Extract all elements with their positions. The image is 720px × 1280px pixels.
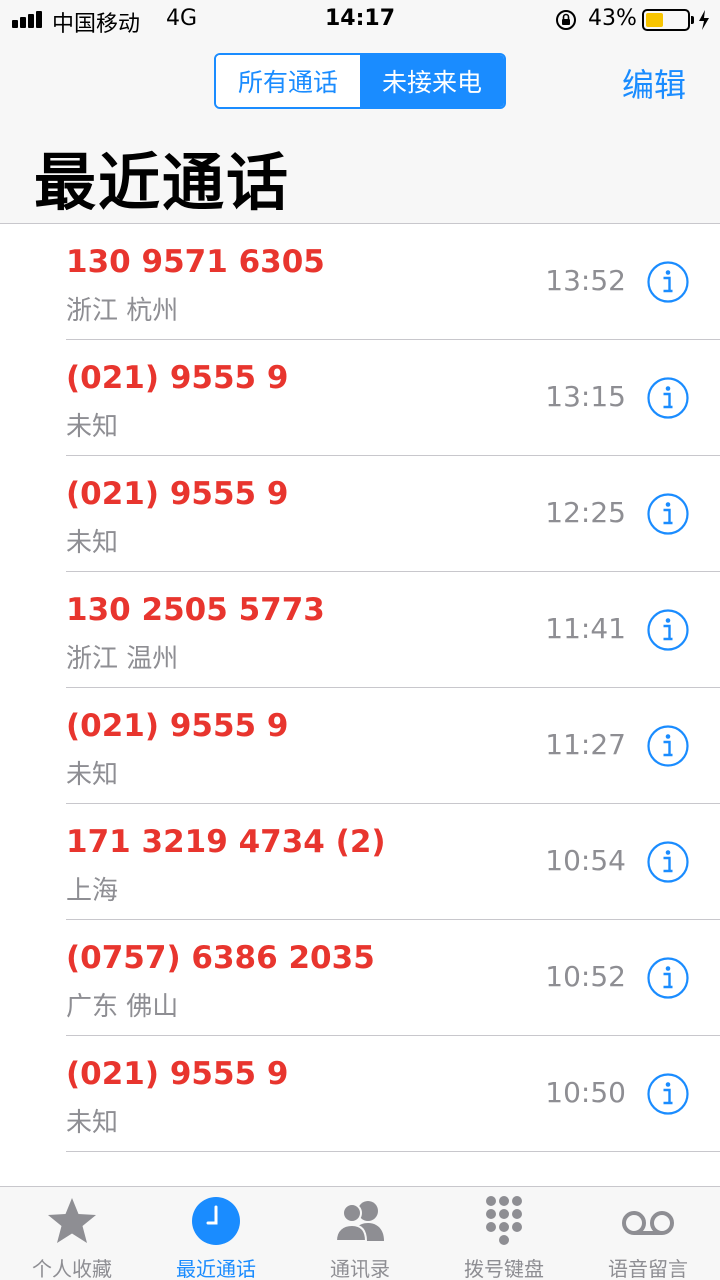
edit-button[interactable]: 编辑 — [622, 60, 686, 106]
rotation-lock-icon — [556, 10, 576, 30]
call-time: 11:27 — [545, 728, 626, 761]
charging-bolt-icon — [699, 10, 709, 30]
star-icon — [48, 1198, 96, 1243]
recent-calls-list: 130 9571 6305 浙江 杭州 13:52 (021) 9555 9 未… — [0, 224, 720, 1186]
info-icon[interactable] — [646, 492, 690, 536]
call-row[interactable]: (021) 9555 9 未知 13:15 — [0, 340, 720, 456]
call-location: 上海 — [66, 876, 119, 906]
call-time: 13:52 — [545, 264, 626, 297]
call-row[interactable]: (021) 9555 9 未知 11:27 — [0, 688, 720, 804]
call-time: 12:25 — [545, 496, 626, 529]
info-icon[interactable] — [646, 724, 690, 768]
call-location: 未知 — [66, 1108, 119, 1138]
call-time: 13:15 — [545, 380, 626, 413]
call-location: 未知 — [66, 412, 119, 442]
tab-voicemail[interactable]: 语音留言 — [576, 1187, 720, 1280]
call-row[interactable]: (021) 9555 9 未知 10:50 — [0, 1036, 720, 1152]
segment-all-calls[interactable]: 所有通话 — [216, 55, 360, 107]
call-time: 10:50 — [545, 1076, 626, 1109]
call-number: 130 9571 6305 — [66, 244, 325, 280]
battery-icon — [642, 9, 694, 31]
tab-favorites[interactable]: 个人收藏 — [0, 1187, 144, 1280]
call-row[interactable]: 130 9571 6305 浙江 杭州 13:52 — [0, 224, 720, 340]
info-icon[interactable] — [646, 840, 690, 884]
call-row[interactable]: 171 3219 4734 (2) 上海 10:54 — [0, 804, 720, 920]
tab-label: 最近通话 — [176, 1257, 256, 1280]
call-time: 10:54 — [545, 844, 626, 877]
info-icon[interactable] — [646, 608, 690, 652]
tab-recents[interactable]: 最近通话 — [144, 1187, 288, 1280]
call-time: 11:41 — [545, 612, 626, 645]
call-row[interactable]: (0757) 6386 2035 广东 佛山 10:52 — [0, 920, 720, 1036]
battery-fill — [646, 13, 664, 27]
info-icon[interactable] — [646, 260, 690, 304]
call-number: (021) 9555 9 — [66, 476, 289, 512]
info-icon[interactable] — [646, 1072, 690, 1116]
info-icon[interactable] — [646, 956, 690, 1000]
call-number: (021) 9555 9 — [66, 1056, 289, 1092]
call-number: (021) 9555 9 — [66, 360, 289, 396]
call-number: (0757) 6386 2035 — [66, 940, 375, 976]
keypad-icon — [486, 1196, 522, 1245]
call-number: (021) 9555 9 — [66, 708, 289, 744]
page-title: 最近通话 — [34, 146, 291, 219]
clock-icon — [192, 1197, 240, 1245]
call-location: 广东 佛山 — [66, 992, 179, 1022]
call-number: 171 3219 4734 (2) — [66, 824, 386, 860]
call-filter-segmented-control: 所有通话 未接来电 — [214, 53, 506, 109]
call-location: 未知 — [66, 528, 119, 558]
status-bar: 中国移动 4G 14:17 43% — [0, 0, 720, 40]
tab-label: 语音留言 — [608, 1257, 688, 1280]
info-icon[interactable] — [646, 376, 690, 420]
tab-label: 拨号键盘 — [464, 1257, 544, 1280]
segment-missed-calls[interactable]: 未接来电 — [360, 55, 504, 107]
call-number: 130 2505 5773 — [66, 592, 325, 628]
tab-label: 个人收藏 — [32, 1257, 112, 1280]
battery-percent: 43% — [588, 6, 637, 31]
voicemail-icon — [622, 1211, 674, 1235]
tab-contacts[interactable]: 通讯录 — [288, 1187, 432, 1280]
tab-bar: 个人收藏 最近通话 通讯录 拨号键盘 语音留言 — [0, 1186, 720, 1280]
call-row[interactable]: 130 2505 5773 浙江 温州 11:41 — [0, 572, 720, 688]
call-location: 浙江 温州 — [66, 644, 179, 674]
call-location: 未知 — [66, 760, 119, 790]
contacts-icon — [334, 1201, 384, 1242]
tab-keypad[interactable]: 拨号键盘 — [432, 1187, 576, 1280]
call-row[interactable]: (021) 9555 9 未知 12:25 — [0, 456, 720, 572]
call-location: 浙江 杭州 — [66, 296, 179, 326]
tab-label: 通讯录 — [330, 1257, 390, 1280]
header: 中国移动 4G 14:17 43% 所有通话 未接来电 编辑 最近通话 — [0, 0, 720, 224]
call-time: 10:52 — [545, 960, 626, 993]
